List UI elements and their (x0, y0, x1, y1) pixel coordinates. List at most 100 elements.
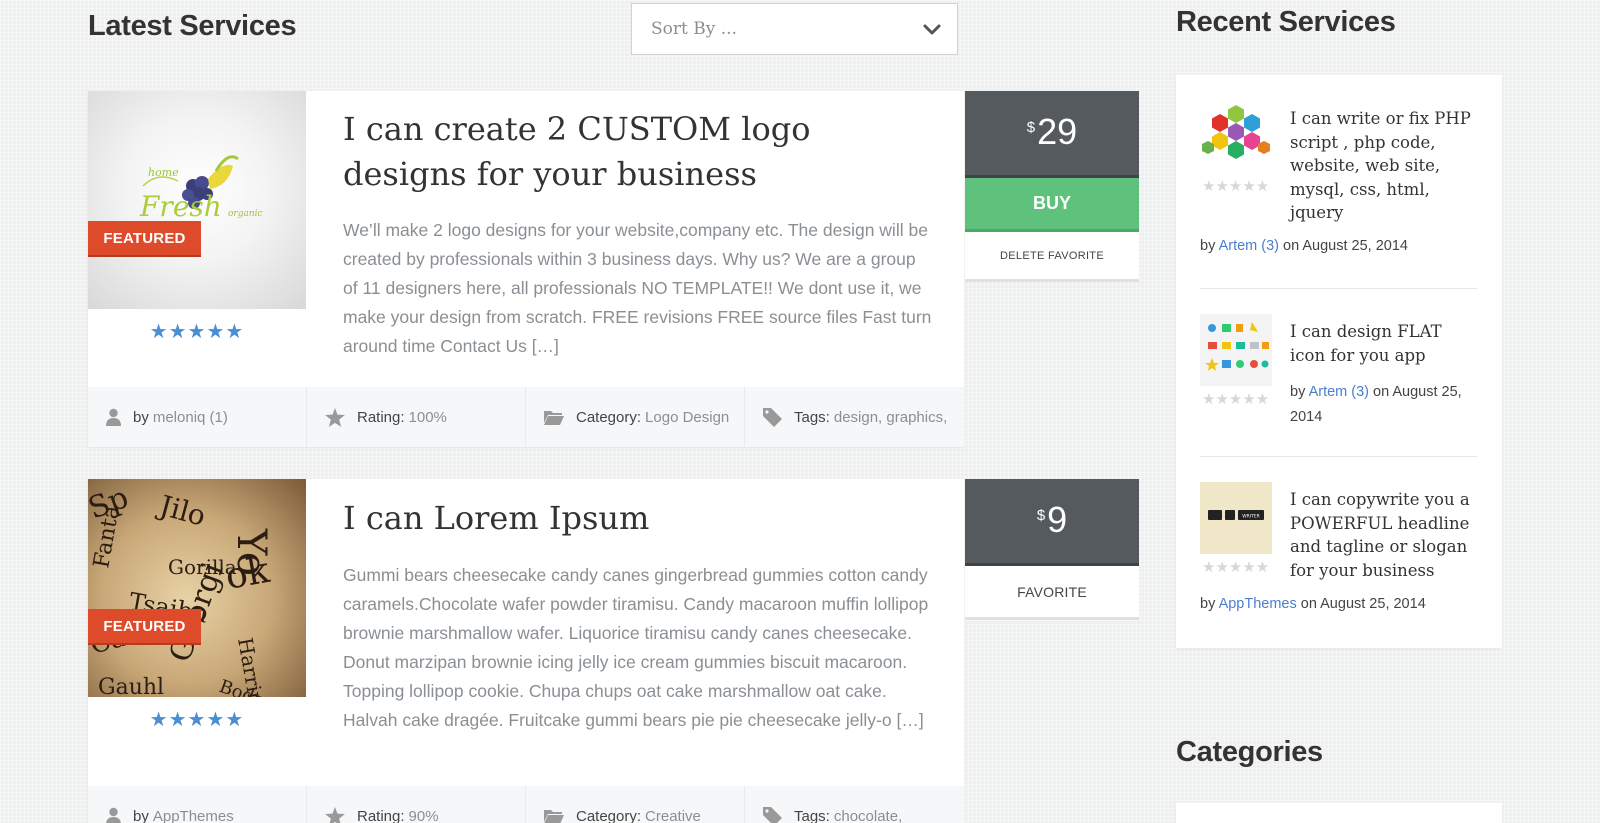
rating-value: 100% (408, 408, 447, 426)
by-label: by (1290, 384, 1306, 400)
author-link[interactable]: meloniq (1) (153, 409, 228, 426)
meta-author: by meloniq (1) (88, 387, 307, 447)
price-amount: 29 (1037, 111, 1078, 152)
author-link[interactable]: Artem (3) (1309, 384, 1369, 400)
recent-service-thumbnail[interactable]: WRITER (1200, 482, 1272, 554)
service-title[interactable]: I can create 2 CUSTOM logo designs for y… (343, 107, 933, 197)
price-box: $ 29 (965, 91, 1139, 178)
service-meta-bar: by AppThemes Rating: 90% Category: Creat… (88, 786, 964, 823)
php-hexagons-image (1202, 105, 1270, 159)
service-card: home Fresh organic FEATURED ★★★★★ I can … (88, 91, 964, 447)
service-description: Gummi bears cheesecake candy canes ginge… (343, 565, 929, 730)
meta-rating: Rating: 90% (307, 786, 526, 823)
price-column: $ 9 FAVORITE (965, 479, 1139, 620)
recent-services-widget: ★★★★★ I can write or fix PHP script , ph… (1176, 75, 1502, 648)
rating-stars: ★★★★★ (149, 709, 245, 731)
tags-links[interactable]: chocolate, (834, 808, 902, 823)
meta-tags: Tags: chocolate, (745, 786, 964, 823)
tag-icon (763, 407, 782, 427)
svg-text:ok: ok (222, 550, 273, 598)
price-currency: $ (1036, 507, 1046, 524)
by-label: by (1200, 238, 1216, 254)
tags-label: Tags: (794, 408, 830, 426)
recent-service-thumbnail[interactable] (1200, 101, 1272, 173)
star-icon (325, 806, 345, 823)
folder-icon (544, 810, 564, 823)
recent-rating-stars: ★★★★★ (1202, 178, 1270, 195)
by-label: by (133, 408, 149, 426)
tag-icon (763, 806, 782, 823)
author-link[interactable]: AppThemes (1219, 596, 1297, 612)
user-icon (106, 408, 121, 426)
sort-by-select[interactable]: Sort By ... (631, 3, 958, 55)
recent-rating-stars: ★★★★★ (1202, 391, 1270, 408)
recent-rating-stars: ★★★★★ (1202, 559, 1270, 576)
meta-category: Category: Logo Design (526, 387, 745, 447)
tags-label: Tags: (794, 807, 830, 823)
price-column: $ 29 BUY DELETE FAVORITE (965, 91, 1139, 282)
recent-service-title[interactable]: I can write or fix PHP script , php code… (1290, 107, 1478, 225)
sort-by-placeholder: Sort By ... (651, 19, 737, 39)
svg-text:Gauhl: Gauhl (98, 675, 164, 697)
delete-favorite-button[interactable]: DELETE FAVORITE (965, 232, 1139, 282)
favorite-button[interactable]: FAVORITE (965, 566, 1139, 620)
author-link[interactable]: Artem (3) (1219, 238, 1279, 254)
meta-author: by AppThemes (88, 786, 307, 823)
date-text: on August 25, 2014 (1300, 596, 1426, 612)
tags-links[interactable]: design, graphics, (834, 409, 947, 426)
author-link[interactable]: AppThemes (153, 808, 234, 823)
service-meta-bar: by meloniq (1) Rating: 100% Category: Lo… (88, 387, 964, 447)
recent-service-item: ★★★★★ I can design FLAT icon for you app… (1200, 314, 1477, 434)
price-currency: $ (1026, 119, 1036, 136)
recent-service-item: ★★★★★ I can write or fix PHP script , ph… (1200, 101, 1477, 271)
svg-text:organic: organic (228, 209, 263, 219)
star-icon (325, 407, 345, 427)
buy-button[interactable]: BUY (965, 178, 1139, 232)
chevron-down-icon (923, 24, 941, 35)
service-thumbnail[interactable]: home Fresh organic (88, 91, 306, 309)
date-text: on August 25, 2014 (1283, 238, 1408, 254)
by-label: by (1200, 596, 1216, 612)
writer-keys-image: WRITER (1208, 510, 1264, 520)
category-label: Category: (576, 408, 642, 426)
fresh-logo-text: Fresh (139, 190, 222, 223)
fresh-logo-image: home Fresh organic (139, 155, 263, 223)
service-card: Sp Jilo Yo Fanta Gorilla ok Tsaibu Harri… (88, 479, 964, 823)
service-title[interactable]: I can Lorem Ipsum (343, 496, 933, 541)
recent-service-thumbnail[interactable] (1200, 314, 1272, 386)
svg-text:Jilo: Jilo (153, 488, 209, 533)
featured-badge: FEATURED (88, 609, 201, 645)
rating-stars: ★★★★★ (149, 321, 245, 343)
divider (1200, 288, 1477, 289)
service-description: We’ll make 2 logo designs for your websi… (343, 220, 932, 356)
recent-service-byline: by Artem (3) on August 25, 2014 (1200, 234, 1477, 259)
svg-text:home: home (148, 166, 179, 179)
by-label: by (133, 807, 149, 823)
recent-service-byline: by AppThemes on August 25, 2014 (1200, 592, 1477, 617)
recent-service-item: WRITER ★★★★★ I can copywrite you a POWER… (1200, 482, 1477, 622)
price-amount: 9 (1047, 499, 1068, 540)
rating-label: Rating: (357, 807, 405, 823)
writer-key-label: WRITER (1242, 514, 1260, 520)
category-label: Category: (576, 807, 642, 823)
categories-title: Categories (1176, 736, 1323, 768)
page-title: Latest Services (88, 10, 297, 42)
categories-widget (1176, 803, 1502, 823)
rating-value: 90% (408, 807, 439, 823)
recent-services-title: Recent Services (1176, 6, 1396, 38)
divider (1200, 456, 1477, 457)
service-thumbnail[interactable]: Sp Jilo Yo Fanta Gorilla ok Tsaibu Harri… (88, 479, 306, 697)
category-link[interactable]: Creative (645, 808, 701, 823)
typography-collage-image: Sp Jilo Yo Fanta Gorilla ok Tsaibu Harri… (88, 480, 284, 697)
recent-service-title[interactable]: I can design FLAT icon for you app (1290, 320, 1478, 367)
price-box: $ 9 (965, 479, 1139, 566)
meta-tags: Tags: design, graphics, (745, 387, 964, 447)
featured-badge: FEATURED (88, 221, 201, 257)
recent-service-title[interactable]: I can copywrite you a POWERFUL headline … (1290, 488, 1478, 582)
flat-icons-image (1205, 322, 1269, 371)
category-link[interactable]: Logo Design (645, 409, 729, 426)
folder-icon (544, 411, 564, 425)
meta-rating: Rating: 100% (307, 387, 526, 447)
meta-category: Category: Creative (526, 786, 745, 823)
user-icon (106, 807, 121, 823)
